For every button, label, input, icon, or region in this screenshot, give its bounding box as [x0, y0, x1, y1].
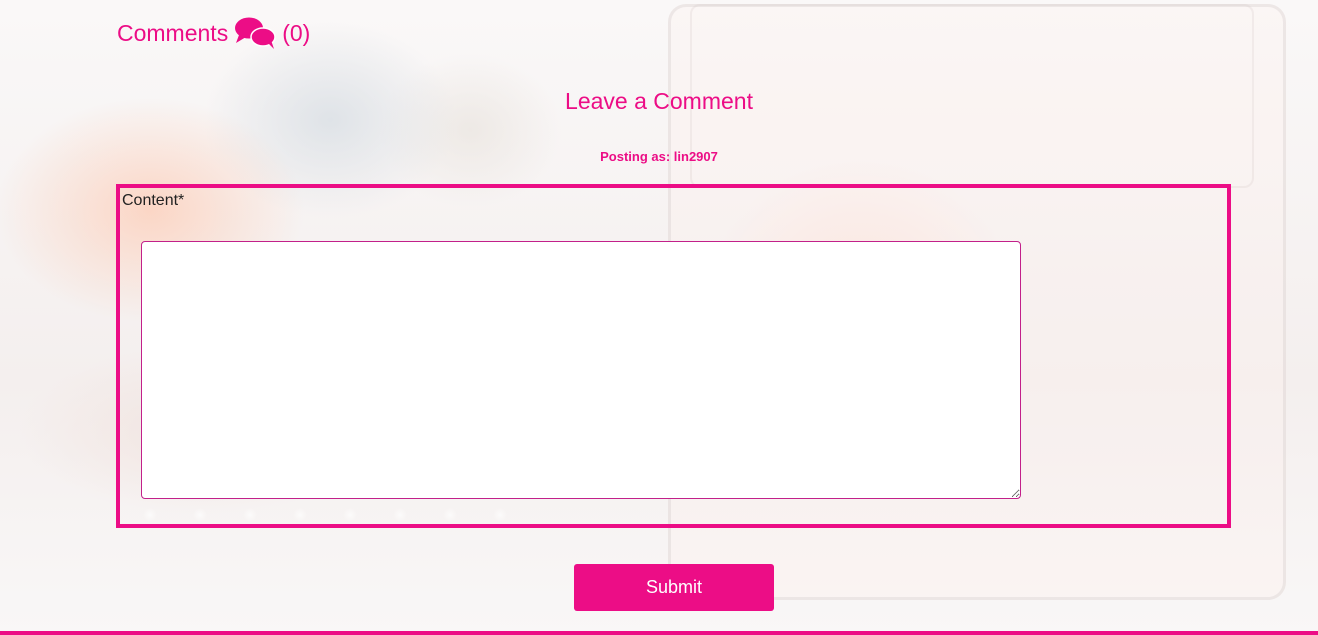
comments-heading: Comments (0) — [117, 16, 310, 50]
comment-form: Content* — [116, 184, 1231, 528]
posting-as-text: Posting as: lin2907 — [600, 149, 718, 164]
leave-comment-title: Leave a Comment — [565, 88, 753, 114]
comments-label: Comments — [117, 19, 229, 46]
content-textarea[interactable] — [141, 241, 1021, 499]
comments-icon — [234, 16, 276, 50]
submit-button[interactable]: Submit — [574, 564, 774, 611]
comments-count: (0) — [282, 19, 311, 46]
bottom-divider — [0, 631, 1318, 635]
comments-section: Comments (0) Leave a Comment Posting as:… — [0, 0, 1318, 635]
content-label: Content* — [122, 192, 185, 209]
